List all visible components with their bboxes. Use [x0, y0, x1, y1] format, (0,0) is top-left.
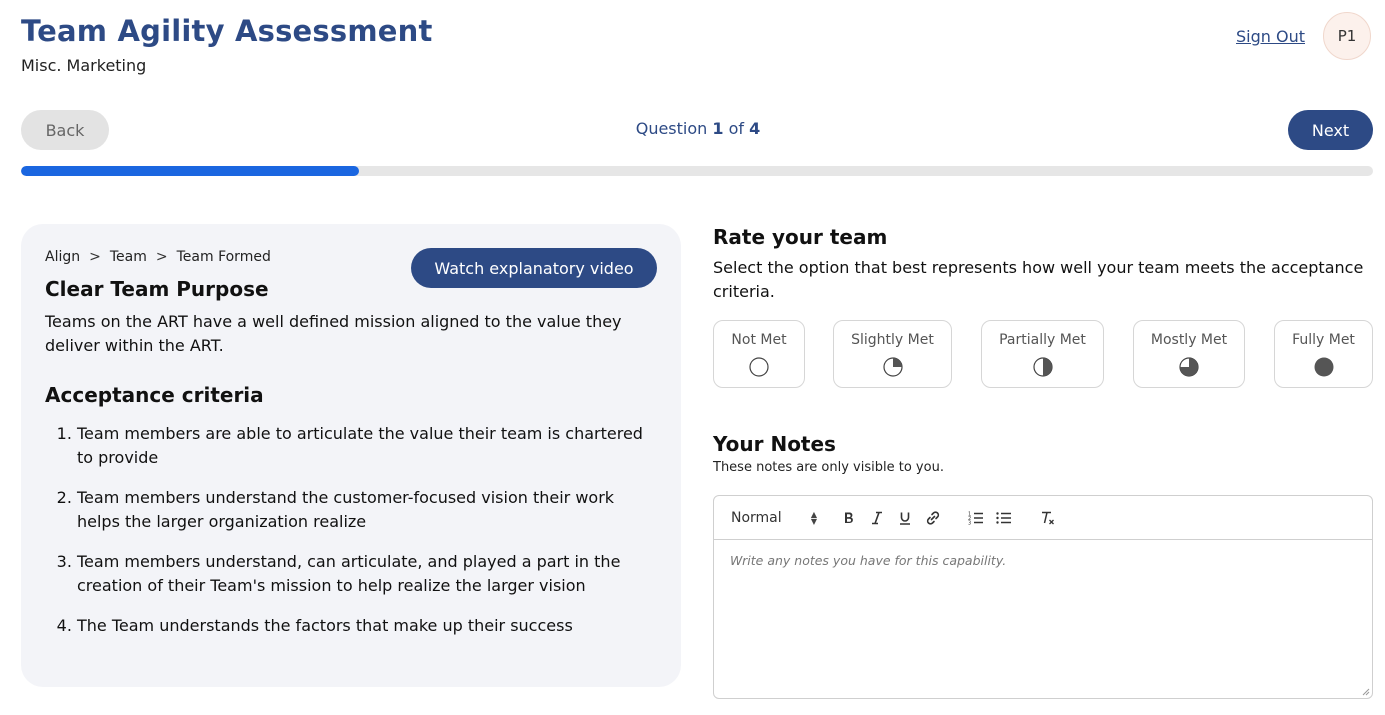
format-select[interactable]: Normal ▲ ▼ — [731, 507, 817, 529]
breadcrumb-item: Team Formed — [176, 249, 271, 265]
back-button[interactable]: Back — [21, 110, 109, 150]
avatar[interactable]: P1 — [1323, 12, 1371, 60]
underline-icon[interactable] — [895, 507, 915, 529]
format-select-value: Normal — [731, 510, 782, 526]
capability-card: Align > Team > Team Formed Watch explanatory… — [21, 224, 681, 687]
progress-bar — [21, 166, 1373, 176]
breadcrumb-item: Align — [45, 249, 81, 265]
rating-option-fully-met[interactable]: Fully Met — [1274, 320, 1373, 388]
breadcrumb: Align > Team > Team Formed — [45, 249, 271, 265]
capability-title: Clear Team Purpose — [45, 277, 269, 301]
list-item: 2. Team members understand the customer-… — [56, 488, 615, 531]
notes-subtitle: These notes are only visible to you. — [713, 460, 944, 475]
app-subtitle: Misc. Marketing — [21, 56, 147, 75]
select-arrows-icon: ▲ ▼ — [810, 510, 817, 526]
breadcrumb-separator: > — [155, 249, 168, 265]
progress-bar-fill — [21, 166, 359, 176]
resize-handle-icon[interactable] — [1361, 687, 1370, 696]
rating-label: Mostly Met — [1150, 332, 1228, 348]
list-item: 4. The Team understands the factors that… — [56, 616, 573, 635]
rate-heading: Rate your team — [713, 225, 888, 249]
breadcrumb-item: Team — [109, 249, 147, 265]
link-icon[interactable] — [923, 507, 943, 529]
quarter-circle-icon — [882, 357, 903, 377]
rating-label: Slightly Met — [851, 332, 934, 348]
rate-instructions: Select the option that best represents h… — [713, 258, 1364, 301]
list-item: 1. Team members are able to articulate t… — [56, 424, 643, 467]
next-button[interactable]: Next — [1288, 110, 1373, 150]
rating-option-slightly-met[interactable]: Slightly Met — [833, 320, 952, 388]
ordered-list-icon[interactable]: 123 — [966, 507, 986, 529]
bold-icon[interactable] — [839, 507, 859, 529]
app-title: Team Agility Assessment — [21, 14, 433, 48]
svg-text:3: 3 — [968, 521, 971, 526]
question-of: of — [728, 119, 745, 138]
notes-textarea[interactable]: Write any notes you have for this capabi… — [714, 540, 1372, 698]
clear-format-icon[interactable] — [1038, 507, 1058, 529]
acceptance-criteria-list: 1. Team members are able to articulate t… — [45, 422, 645, 654]
rating-label: Partially Met — [999, 332, 1086, 348]
question-prefix: Question — [635, 119, 708, 138]
question-total: 4 — [749, 119, 761, 138]
editor-toolbar: Normal ▲ ▼ 123 — [714, 496, 1372, 540]
notes-editor: Normal ▲ ▼ 123 Write any notes you have f… — [713, 495, 1373, 699]
capability-description: Teams on the ART have a well defined mis… — [45, 312, 622, 355]
acceptance-criteria-heading: Acceptance criteria — [45, 383, 264, 407]
notes-heading: Your Notes — [713, 432, 836, 456]
watch-video-button[interactable]: Watch explanatory video — [411, 248, 657, 288]
list-item: 3. Team members understand, can articula… — [56, 552, 621, 595]
bullet-list-icon[interactable] — [994, 507, 1014, 529]
three-quarter-circle-icon — [1179, 357, 1199, 377]
sign-out-link[interactable]: Sign Out — [1236, 27, 1305, 46]
full-circle-icon — [1314, 357, 1333, 377]
rating-option-partially-met[interactable]: Partially Met — [981, 320, 1104, 388]
rating-option-mostly-met[interactable]: Mostly Met — [1133, 320, 1245, 388]
rating-option-not-met[interactable]: Not Met — [713, 320, 805, 388]
rating-label: Fully Met — [1292, 332, 1355, 348]
half-circle-icon — [1032, 357, 1053, 377]
italic-icon[interactable] — [867, 507, 887, 529]
rating-label: Not Met — [731, 332, 787, 348]
question-current: 1 — [712, 119, 724, 138]
breadcrumb-separator: > — [89, 249, 101, 265]
question-counter: Question 1 of 4 — [500, 119, 896, 138]
empty-circle-icon — [749, 357, 769, 377]
